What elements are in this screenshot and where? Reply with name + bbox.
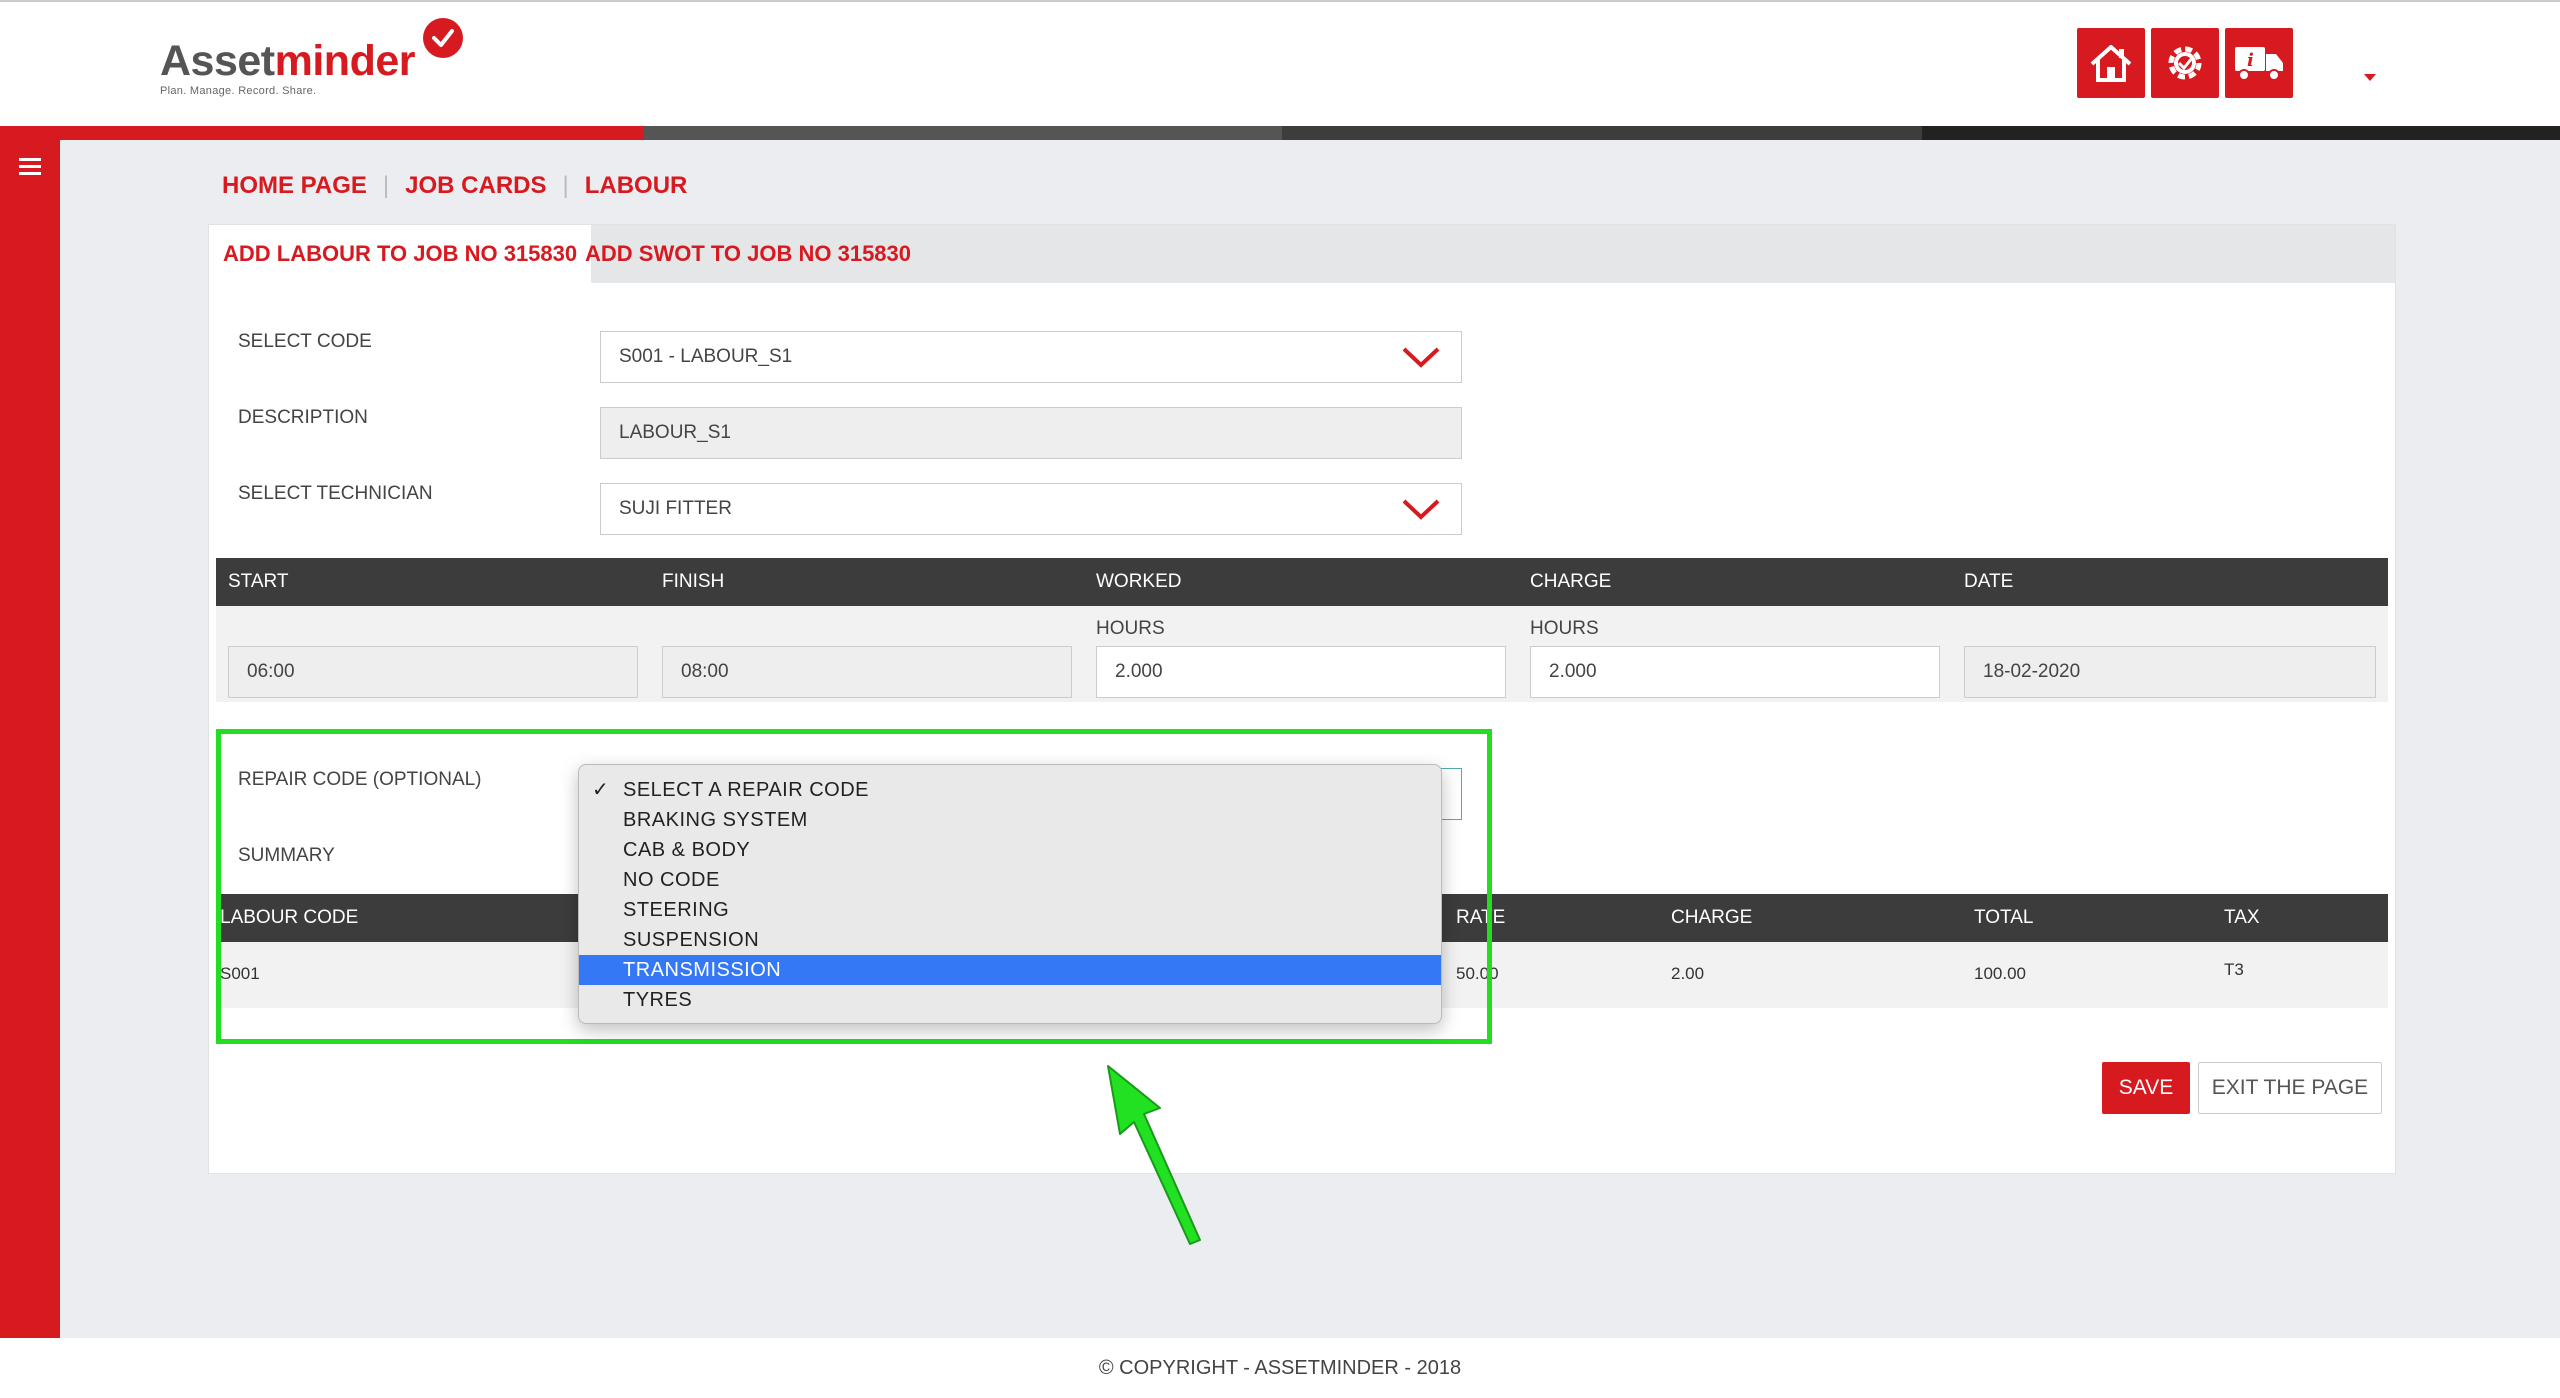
select-code-value: S001 - LABOUR_S1 bbox=[619, 346, 793, 367]
col-tax: TAX bbox=[2224, 907, 2260, 928]
worked-hours-label: HOURS bbox=[1096, 618, 1165, 639]
logo-text-asset: Asset bbox=[160, 37, 275, 85]
charge-hours-label: HOURS bbox=[1530, 618, 1599, 639]
tab-add-labour[interactable]: ADD LABOUR TO JOB NO 315830 bbox=[209, 225, 592, 283]
select-code-label: SELECT CODE bbox=[238, 331, 372, 352]
col-labour-charge: CHARGE bbox=[1671, 907, 1753, 928]
description-field: LABOUR_S1 bbox=[600, 407, 1462, 459]
worked-hours-input[interactable]: 2.000 bbox=[1096, 646, 1506, 698]
option-select-repair-code[interactable]: ✓ SELECT A REPAIR CODE bbox=[579, 775, 1441, 805]
total-cell: 100.00 bbox=[1974, 964, 2026, 983]
breadcrumb-job-cards[interactable]: JOB CARDS bbox=[405, 172, 546, 200]
finish-time-input[interactable]: 08:00 bbox=[662, 646, 1072, 698]
chevron-down-icon bbox=[1402, 499, 1440, 520]
truck-info-icon[interactable]: i bbox=[2225, 28, 2293, 98]
breadcrumb: HOME PAGE | JOB CARDS | LABOUR bbox=[222, 172, 688, 200]
option-cab-body[interactable]: CAB & BODY bbox=[579, 835, 1441, 865]
technician-label: SELECT TECHNICIAN bbox=[238, 483, 433, 504]
sidebar bbox=[0, 126, 60, 1338]
col-worked: WORKED bbox=[1096, 571, 1182, 592]
repair-code-options-list[interactable]: ✓ SELECT A REPAIR CODE BRAKING SYSTEM CAB… bbox=[578, 764, 1442, 1024]
svg-text:i: i bbox=[2247, 50, 2254, 71]
col-date: DATE bbox=[1964, 571, 2014, 592]
breadcrumb-labour[interactable]: LABOUR bbox=[585, 172, 688, 200]
option-steering[interactable]: STEERING bbox=[579, 895, 1441, 925]
option-no-code[interactable]: NO CODE bbox=[579, 865, 1441, 895]
option-tyres[interactable]: TYRES bbox=[579, 985, 1441, 1015]
top-header: Assetminder Plan. Manage. Record. Share.… bbox=[0, 0, 2560, 126]
exit-page-button[interactable]: EXIT THE PAGE bbox=[2198, 1062, 2382, 1114]
tax-cell: T3 bbox=[2224, 960, 2244, 979]
breadcrumb-home[interactable]: HOME PAGE bbox=[222, 172, 367, 200]
col-start: START bbox=[228, 571, 289, 592]
logo-text-minder: minder bbox=[274, 37, 416, 85]
col-finish: FINISH bbox=[662, 571, 725, 592]
logo-tagline: Plan. Manage. Record. Share. bbox=[160, 85, 317, 97]
tab-add-swot[interactable]: ADD SWOT TO JOB NO 315830 bbox=[571, 225, 925, 283]
col-charge: CHARGE bbox=[1530, 571, 1612, 592]
technician-value: SUJI FITTER bbox=[619, 498, 732, 519]
check-icon bbox=[423, 18, 463, 58]
option-transmission[interactable]: TRANSMISSION bbox=[579, 955, 1441, 985]
option-braking-system[interactable]: BRAKING SYSTEM bbox=[579, 805, 1441, 835]
col-total: TOTAL bbox=[1974, 907, 2034, 928]
tab-bar: ADD LABOUR TO JOB NO 315830 ADD SWOT TO … bbox=[209, 225, 2395, 283]
save-button[interactable]: SAVE bbox=[2102, 1062, 2190, 1114]
select-code-dropdown[interactable]: S001 - LABOUR_S1 bbox=[600, 331, 1462, 383]
technician-dropdown[interactable]: SUJI FITTER bbox=[600, 483, 1462, 535]
menu-icon[interactable] bbox=[19, 158, 41, 179]
footer: © COPYRIGHT - ASSETMINDER - 2018 bbox=[0, 1338, 2560, 1398]
date-input[interactable]: 18-02-2020 bbox=[1964, 646, 2376, 698]
start-time-input[interactable]: 06:00 bbox=[228, 646, 638, 698]
arrow-annotation-icon bbox=[1107, 1065, 1201, 1245]
time-table-row: HOURS HOURS 06:00 08:00 2.000 2.000 18-0… bbox=[216, 606, 2388, 702]
time-table-header: START FINISH WORKED CHARGE DATE bbox=[216, 558, 2388, 606]
home-icon[interactable] bbox=[2077, 28, 2145, 98]
charge-cell: 2.00 bbox=[1671, 964, 1705, 983]
assetminder-logo[interactable]: Assetminder Plan. Manage. Record. Share. bbox=[160, 18, 463, 97]
option-suspension[interactable]: SUSPENSION bbox=[579, 925, 1441, 955]
accent-color-bar bbox=[0, 126, 2560, 140]
description-label: DESCRIPTION bbox=[238, 407, 368, 428]
charge-hours-input[interactable]: 2.000 bbox=[1530, 646, 1940, 698]
chevron-down-icon bbox=[1402, 347, 1440, 368]
checkmark-icon: ✓ bbox=[592, 779, 610, 801]
description-value: LABOUR_S1 bbox=[619, 422, 731, 443]
user-menu-caret-icon[interactable] bbox=[2364, 74, 2376, 81]
settings-icon[interactable] bbox=[2151, 28, 2219, 98]
